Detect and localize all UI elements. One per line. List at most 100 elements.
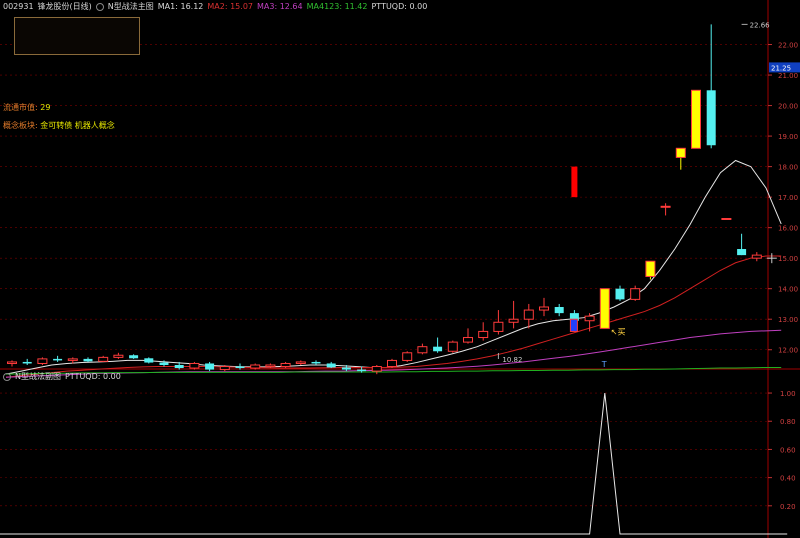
candle [37,357,48,365]
indicator-name[interactable]: N型战法主图 [108,2,154,11]
candle [402,351,413,362]
y-tick-label: 20.00 [778,103,798,111]
candle-body [22,361,32,364]
sub-y-tick-label: 0.80 [780,418,796,426]
candle-body [599,288,610,329]
current-price-label: 21.25 [771,64,791,72]
candle [463,328,473,344]
candle-body [447,341,458,352]
candle [311,360,321,365]
candle-body [174,365,184,369]
candle [205,361,215,372]
time-marker-label: T [601,360,607,369]
candle-body [630,288,641,300]
candle-body [129,355,139,359]
candle [478,322,489,341]
candle [691,89,701,149]
candle [675,147,686,170]
candle-body [53,358,63,361]
candle-body [67,358,78,361]
candle-body [341,367,351,370]
candle-body [645,260,656,277]
ma-line-ma2 [5,255,782,378]
y-tick-label: 13.00 [778,316,798,324]
candle [7,360,17,367]
stock-name[interactable]: 锋龙股份(日线) [38,2,92,11]
candle [447,340,458,353]
candle [371,365,382,375]
candle [387,358,397,369]
ma2-value: MA2: 15.07 [207,2,253,11]
candle [83,357,93,362]
y-tick-label: 19.00 [778,133,798,141]
candle [645,260,656,280]
float-cap-value: 29 [40,103,51,112]
sub-indicator-settings-icon[interactable] [3,372,11,381]
y-tick-label: 22.00 [778,42,798,50]
candle-body [706,90,716,146]
candle [326,361,336,369]
sub-y-tick-label: 0.60 [780,446,796,454]
candle [660,203,671,216]
info-box [14,17,140,55]
ma4-value: MA4123: 11.42 [306,2,368,11]
candle-body [463,337,473,343]
chart-canvas: 12.0013.0014.0015.0016.0017.0018.0019.00… [0,0,800,538]
float-cap-label: 流通市值: [3,103,38,112]
candle [417,343,428,355]
candle-body [83,358,93,362]
candle-body [326,363,336,368]
candle-body [523,309,534,320]
candle [98,355,109,362]
candle-body [357,369,367,372]
sub-y-tick-label: 1.00 [780,390,796,398]
candle-body [250,364,261,369]
candle-body [37,358,48,364]
candle [493,310,504,335]
y-tick-label: 12.00 [778,347,798,355]
candle-body [280,362,291,368]
candle-body [402,352,413,361]
candle [630,285,641,301]
candle [433,337,443,353]
candle-body [721,217,732,220]
concept-value: 金可转债 机器人概念 [40,121,115,130]
candle-body [7,361,17,364]
candle [721,217,732,220]
sub-y-tick-label: 0.20 [780,503,796,511]
buy-marker-bar [569,318,578,332]
candle [737,233,747,256]
candle-body [691,89,701,149]
candle-body [371,366,382,372]
candle [295,360,306,365]
pttu-value: PTTUQD: 0.00 [371,2,428,11]
candle-body [478,330,489,339]
candle [554,303,564,317]
chart-window: 12.00 13.00 14.00 15.00 16.00 17.00 18.00 19.00… [0,0,800,538]
y-tick-label: 16.00 [778,225,798,233]
y-tick-label: 17.00 [778,194,798,202]
stock-code: 002931 [3,2,34,11]
y-tick-label: 18.00 [778,164,798,172]
sub-y-tick-label: 0.40 [780,475,796,483]
pttu-line [0,392,788,535]
indicator-settings-icon[interactable] [95,2,104,11]
candle-body [615,288,625,300]
candle-body [219,366,230,371]
sub-pttu-value: PTTUQD: 0.00 [64,372,121,381]
red-signal-bar [571,166,578,198]
candle-body [433,346,443,352]
candle-body [265,364,276,368]
candle-body [539,306,549,311]
candle-body [751,254,762,259]
candle-body [144,358,154,363]
float-cap: 流通市值: 29 [3,102,50,113]
sub-indicator-name[interactable]: N型战法副图 [15,372,61,381]
high-price-label: 22.66 [750,21,771,29]
candle-body [311,361,321,364]
candle [280,361,291,369]
candle-body [205,363,215,370]
candle [113,352,124,359]
candle-body [387,359,397,368]
concept-label: 概念板块: [3,121,38,130]
